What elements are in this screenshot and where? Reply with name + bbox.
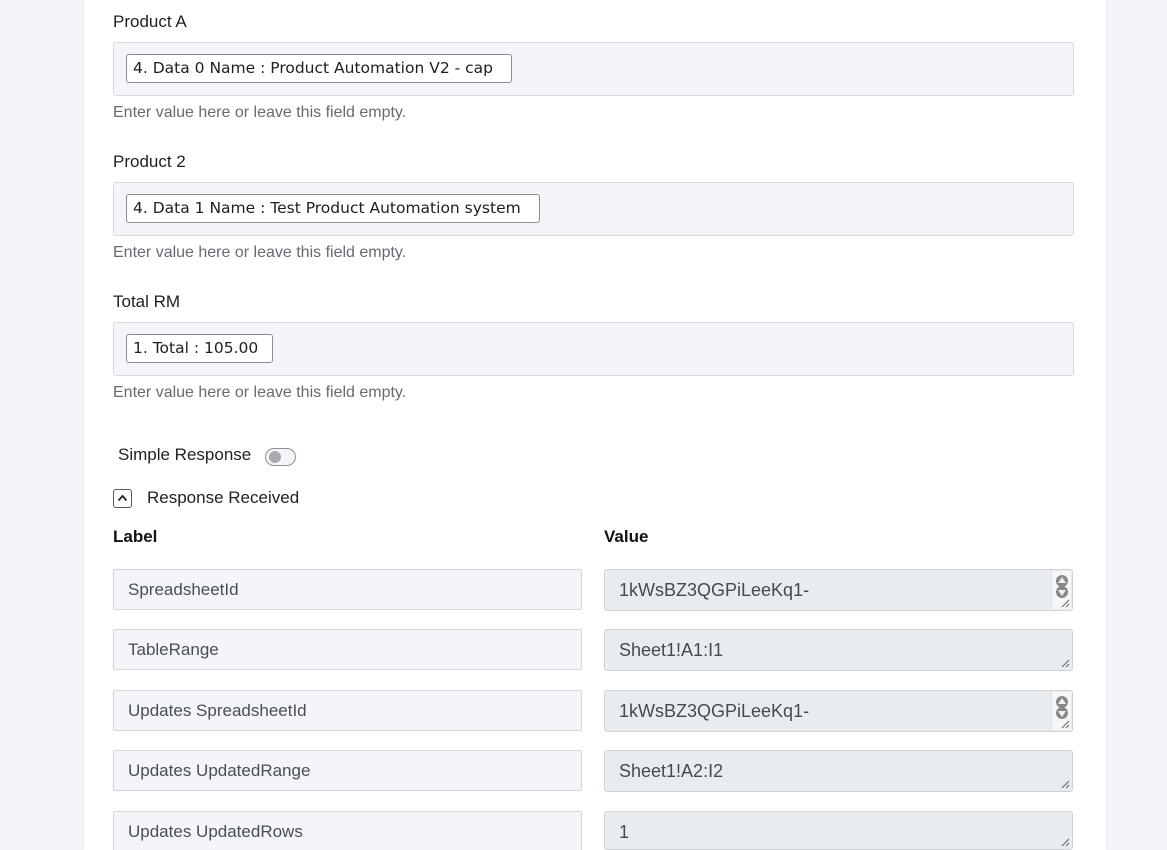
product-a-input[interactable]: 4. Data 0 Name : Product Automation V2 -… bbox=[113, 42, 1074, 96]
simple-response-toggle[interactable] bbox=[265, 448, 297, 466]
response-value-field[interactable]: 1 bbox=[604, 811, 1073, 850]
resize-grip-icon[interactable] bbox=[1060, 658, 1070, 668]
value-column-header: Value bbox=[604, 527, 649, 546]
response-value-text: 1kWsBZ3QGPiLeeKq1- bbox=[619, 580, 810, 600]
mapped-value-chip[interactable]: 4. Data 0 Name : Product Automation V2 -… bbox=[126, 54, 512, 83]
resize-grip-icon[interactable] bbox=[1060, 779, 1070, 789]
field-label: Total RM bbox=[113, 292, 181, 311]
response-value-text: 1kWsBZ3QGPiLeeKq1- bbox=[619, 701, 810, 721]
resize-grip-icon[interactable] bbox=[1060, 598, 1070, 608]
response-value-field[interactable]: Sheet1!A2:I2 bbox=[604, 750, 1073, 792]
response-value-field[interactable]: Sheet1!A1:I1 bbox=[604, 629, 1073, 671]
resize-grip-icon[interactable] bbox=[1060, 837, 1070, 847]
collapse-button[interactable] bbox=[113, 488, 132, 508]
response-value-text: 1 bbox=[619, 822, 630, 842]
response-label-field[interactable]: Updates SpreadsheetId bbox=[113, 690, 582, 731]
response-value-field[interactable]: 1kWsBZ3QGPiLeeKq1- bbox=[604, 569, 1073, 611]
response-label-field[interactable]: SpreadsheetId bbox=[113, 569, 582, 610]
chevron-up-icon bbox=[117, 494, 128, 502]
field-label: Product 2 bbox=[113, 152, 186, 171]
field-help-text: Enter value here or leave this field emp… bbox=[113, 244, 407, 261]
field-help-text: Enter value here or leave this field emp… bbox=[113, 104, 407, 121]
field-help-text: Enter value here or leave this field emp… bbox=[113, 384, 407, 401]
response-received-label: Response Received bbox=[147, 488, 300, 507]
response-value-field[interactable]: 1kWsBZ3QGPiLeeKq1- bbox=[604, 690, 1073, 732]
mapped-value-chip[interactable]: 1. Total : 105.00 bbox=[126, 334, 273, 363]
response-received-row: Response Received bbox=[113, 486, 299, 510]
response-value-text: Sheet1!A2:I2 bbox=[619, 761, 724, 781]
response-value-text: Sheet1!A1:I1 bbox=[619, 640, 724, 660]
field-label: Product A bbox=[113, 12, 187, 31]
product-2-input[interactable]: 4. Data 1 Name : Test Product Automation… bbox=[113, 182, 1074, 236]
mapped-value-chip[interactable]: 4. Data 1 Name : Test Product Automation… bbox=[126, 194, 540, 223]
response-label-field[interactable]: Updates UpdatedRows bbox=[113, 811, 582, 850]
response-label-field[interactable]: TableRange bbox=[113, 629, 582, 670]
toggle-knob bbox=[269, 451, 282, 463]
field-product-2: Product 2 4. Data 1 Name : Test Product … bbox=[113, 151, 1074, 264]
resize-grip-icon[interactable] bbox=[1060, 719, 1070, 729]
total-rm-input[interactable]: 1. Total : 105.00 bbox=[113, 322, 1074, 376]
field-total-rm: Total RM 1. Total : 105.00 Enter value h… bbox=[113, 291, 1074, 404]
simple-response-row: Simple Response bbox=[118, 442, 297, 468]
field-product-a: Product A 4. Data 0 Name : Product Autom… bbox=[113, 11, 1074, 124]
response-label-field[interactable]: Updates UpdatedRange bbox=[113, 750, 582, 791]
simple-response-label: Simple Response bbox=[118, 445, 252, 464]
label-column-header: Label bbox=[113, 527, 158, 546]
